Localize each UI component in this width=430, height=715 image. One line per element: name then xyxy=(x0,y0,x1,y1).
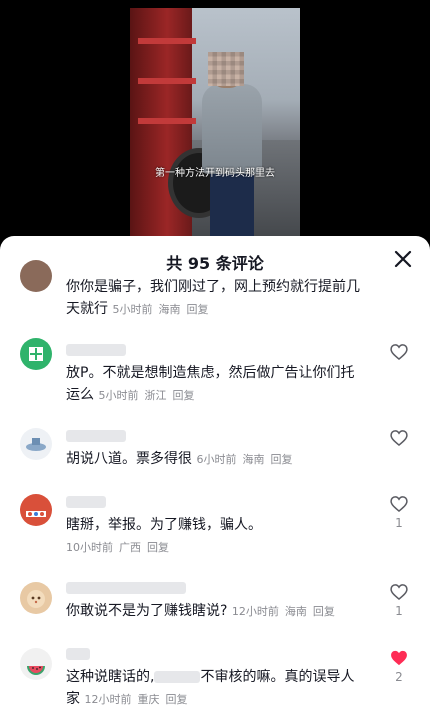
heart-outline-icon xyxy=(390,430,408,447)
reply-button[interactable]: 回复 xyxy=(270,453,292,466)
comment-text: 你敢说不是为了赚钱瞎说? 12小时前 海南 回复 xyxy=(66,600,366,623)
comment-region: 浙江 xyxy=(144,389,167,402)
like-button[interactable]: 2 xyxy=(388,648,410,684)
heart-outline-icon xyxy=(390,344,408,361)
video-subtitle: 第一种方法开到码头那里去 xyxy=(155,168,275,179)
comment-item: 你你是骗子，我们刚过了，网上预约就行提前几 天就行 5小时前 海南 回复 xyxy=(0,236,430,317)
comment-text-line: 胡说八道。票多得很 xyxy=(66,451,192,467)
comment-text-line: 你你是骗子，我们刚过了，网上预约就行提前几 xyxy=(66,279,360,295)
comment-time: 5小时前 xyxy=(112,303,153,316)
comment-text-line: 放P。不就是想制造焦虑，然后做广告让你们托 xyxy=(66,365,355,381)
redacted-text xyxy=(154,671,201,683)
comment-item: 胡说八道。票多得很 6小时前 海南 回复 xyxy=(0,426,430,472)
comment-time: 12小时前 xyxy=(84,693,132,706)
reply-button[interactable]: 回复 xyxy=(186,303,208,316)
comment-time: 5小时前 xyxy=(98,389,139,402)
face-mosaic xyxy=(208,52,244,86)
comment-text-line: 这种说瞎话的, xyxy=(66,669,155,685)
comment-region: 海南 xyxy=(158,303,181,316)
like-button[interactable] xyxy=(388,428,410,448)
comment-item: 瞎掰，举报。为了赚钱，骗人。 10小时前 广西 回复 1 xyxy=(0,492,430,562)
avatar[interactable] xyxy=(20,338,52,370)
comment-time: 12小时前 xyxy=(231,605,279,618)
comment-meta: 6小时前 海南 回复 xyxy=(196,453,298,466)
comment-meta: 5小时前 浙江 回复 xyxy=(98,389,200,402)
comment-text-line: 家 xyxy=(66,691,80,707)
comment-item: 放P。不就是想制造焦虑，然后做广告让你们托 运么 5小时前 浙江 回复 xyxy=(0,334,430,406)
avatar[interactable] xyxy=(20,428,52,460)
avatar[interactable] xyxy=(20,582,52,614)
avatar[interactable] xyxy=(20,260,52,292)
username-redacted[interactable] xyxy=(66,648,90,660)
like-count: 1 xyxy=(395,516,403,530)
comment-meta: 12小时前 重庆 回复 xyxy=(84,693,193,706)
reply-button[interactable]: 回复 xyxy=(147,541,169,554)
avatar[interactable] xyxy=(20,494,52,526)
comment-text: 这种说瞎话的, 不审核的嘛。真的误导人 家 12小时前 重庆 回复 xyxy=(66,666,376,711)
comment-region: 海南 xyxy=(284,605,307,618)
username-redacted[interactable] xyxy=(66,344,126,356)
comment-text: 放P。不就是想制造焦虑，然后做广告让你们托 运么 5小时前 浙江 回复 xyxy=(66,362,366,407)
comment-meta: 12小时前 海南 回复 xyxy=(232,605,341,618)
video-frame: 第一种方法开到码头那里去 xyxy=(130,8,300,250)
like-count: 2 xyxy=(395,670,403,684)
reply-button[interactable]: 回复 xyxy=(313,605,335,618)
username-redacted[interactable] xyxy=(66,496,106,508)
comment-item: 这种说瞎话的, 不审核的嘛。真的误导人 家 12小时前 重庆 回复 2 xyxy=(0,644,430,715)
username-redacted[interactable] xyxy=(66,430,126,442)
like-button[interactable]: 1 xyxy=(388,582,410,618)
comment-region: 重庆 xyxy=(137,693,160,706)
reply-button[interactable]: 回复 xyxy=(172,389,194,402)
like-button[interactable]: 1 xyxy=(388,494,410,530)
comment-item: 你敢说不是为了赚钱瞎说? 12小时前 海南 回复 1 xyxy=(0,578,430,628)
video-player[interactable]: 第一种方法开到码头那里去 xyxy=(0,0,430,250)
like-button[interactable] xyxy=(388,342,410,362)
comment-text-line: 运么 xyxy=(66,387,94,403)
comment-time: 6小时前 xyxy=(196,453,237,466)
comment-text: 胡说八道。票多得很 6小时前 海南 回复 xyxy=(66,448,366,471)
person xyxy=(202,84,262,174)
comment-text-line: 你敢说不是为了赚钱瞎说? xyxy=(66,603,228,619)
comment-text-line: 瞎掰，举报。为了赚钱，骗人。 xyxy=(66,517,262,533)
comment-text-line: 天就行 xyxy=(66,301,108,317)
comment-time: 10小时前 xyxy=(66,541,113,554)
username-redacted[interactable] xyxy=(66,582,186,594)
reply-button[interactable]: 回复 xyxy=(165,693,187,706)
comment-meta: 10小时前 广西 回复 xyxy=(66,541,175,554)
comment-region: 广西 xyxy=(119,541,141,554)
heart-filled-icon xyxy=(391,650,407,666)
avatar[interactable] xyxy=(20,648,52,680)
comment-text-line: 不审核的嘛。真的误导人 xyxy=(200,669,355,685)
car-carrier-truck xyxy=(130,8,196,250)
comment-meta: 5小时前 海南 回复 xyxy=(112,303,214,316)
comments-sheet: 共 95 条评论 你你是骗子，我们刚过了，网上预约就行提前几 天就行 5小时前海… xyxy=(0,236,430,715)
like-count: 1 xyxy=(395,604,403,618)
heart-outline-icon xyxy=(390,584,408,601)
comment-region: 海南 xyxy=(242,453,265,466)
comment-text: 你你是骗子，我们刚过了，网上预约就行提前几 天就行 5小时前 海南 回复 xyxy=(66,276,366,321)
heart-outline-icon xyxy=(390,496,408,513)
comment-text: 瞎掰，举报。为了赚钱，骗人。 10小时前 广西 回复 xyxy=(66,514,366,559)
